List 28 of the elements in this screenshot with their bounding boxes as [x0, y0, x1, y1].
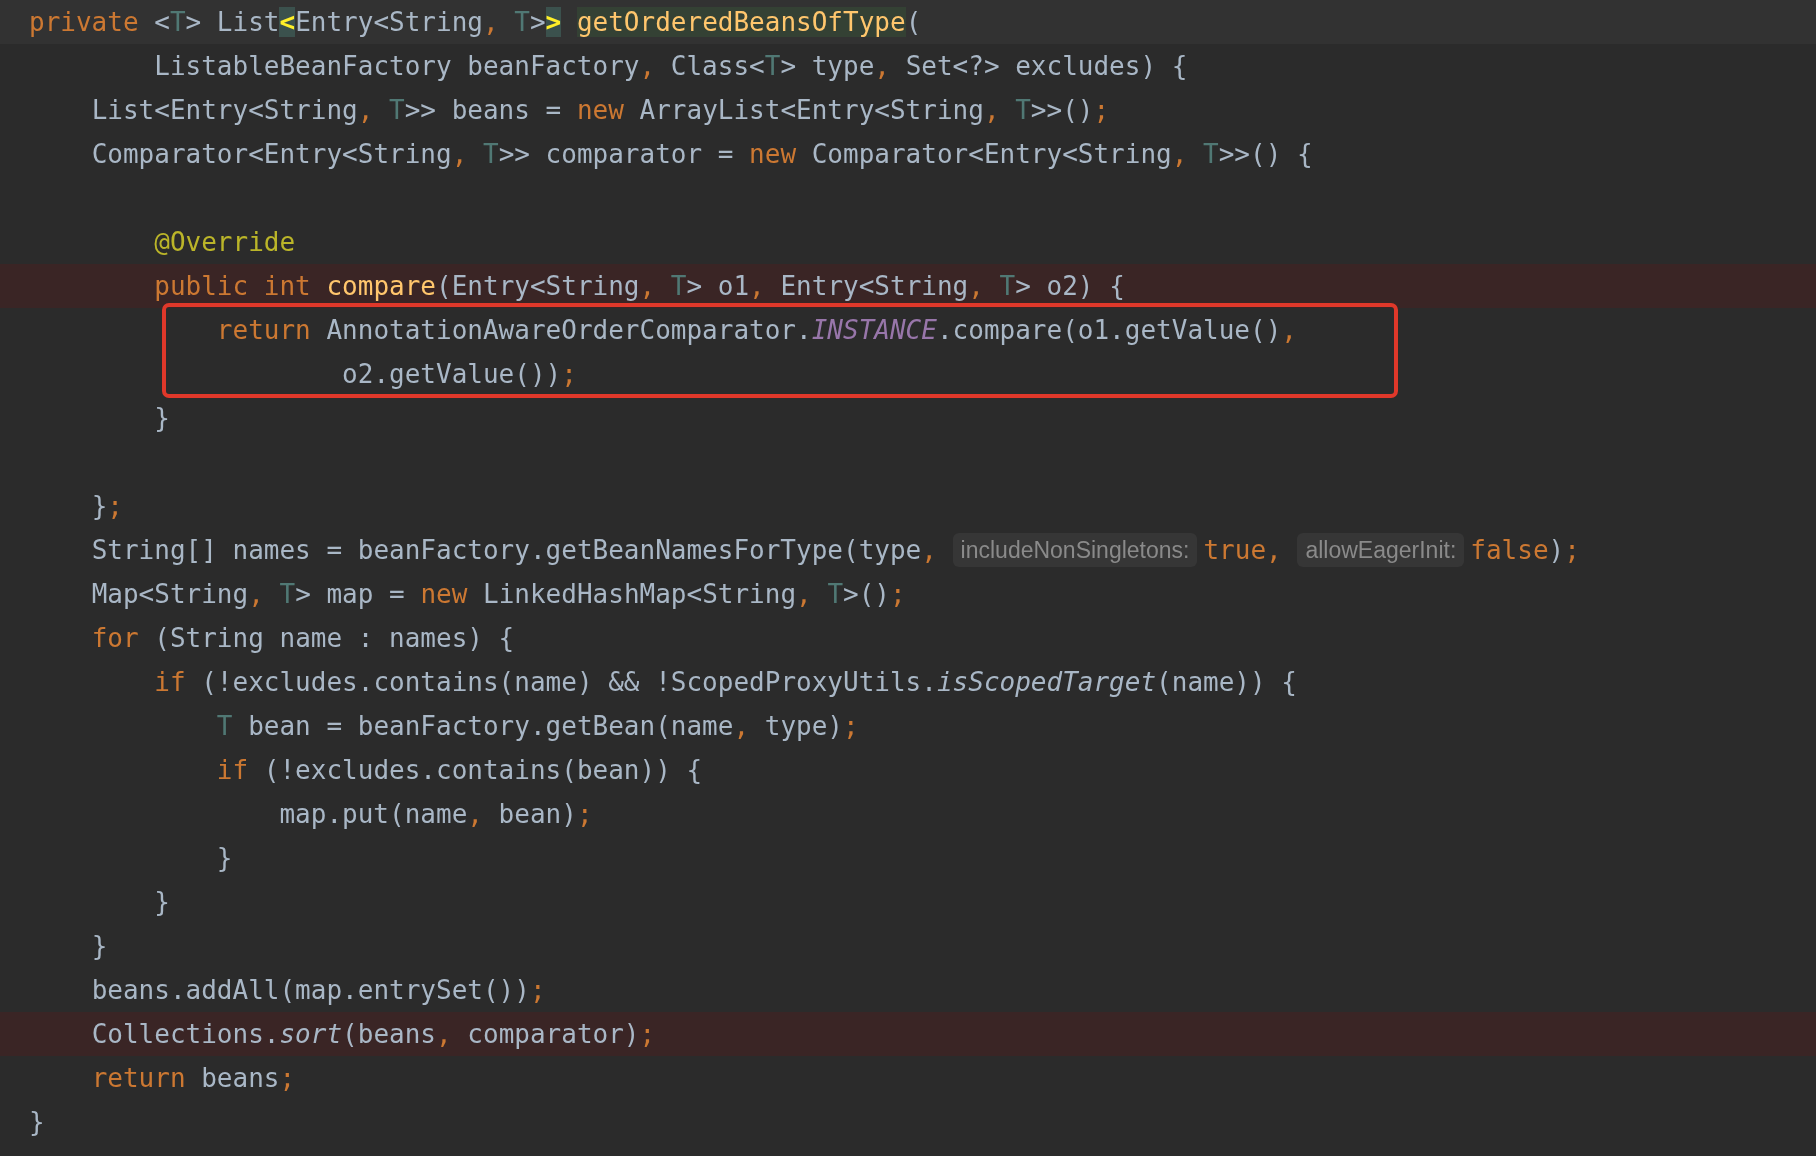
code-text: Comparator<Entry<String, T>> comparator = new Comparator<Entry<String, T>>() { [91, 137, 1313, 171]
code-text: } [91, 929, 108, 963]
code-text: beans.addAll(map.entrySet()); [91, 973, 546, 1007]
code-text: @Override [154, 225, 296, 259]
code-text: String[] names = beanFactory.getBeanNamesForType(type, [91, 533, 938, 567]
code-text: ListableBeanFactory beanFactory, Class<T> type, Set<?> excludes) { [154, 49, 1188, 83]
code-text: false); [1470, 533, 1580, 567]
code-text: List<Entry<String, T>> beans = new ArrayList<Entry<String, T>>(); [91, 93, 1110, 127]
inlay-hint: includeNonSingletons: [952, 533, 1198, 567]
code-text: public int compare(Entry<String, T> o1, Entry<String, T> o2) { [154, 269, 1125, 303]
code-text: Collections.sort(beans, comparator); [91, 1017, 656, 1051]
code-text: Map<String, T> map = new LinkedHashMap<String, T>(); [91, 577, 906, 611]
code-text: if (!excludes.contains(bean)) { [216, 753, 703, 787]
inlay-hint: allowEagerInit: [1297, 533, 1465, 567]
code-text: private <T> List<Entry<String, T>> getOrderedBeansOfType( [29, 5, 922, 39]
code-text: T bean = beanFactory.getBean(name, type); [216, 709, 859, 743]
code-text: map.put(name, bean); [279, 797, 593, 831]
code-text: } [216, 841, 233, 875]
code-text: return AnnotationAwareOrderComparator.INSTANCE.compare(o1.getValue(), [216, 313, 1297, 347]
code-text: } [154, 885, 170, 919]
code-text: } [154, 401, 170, 435]
code-text: true, [1203, 533, 1283, 567]
code-text: if (!excludes.contains(name) && !ScopedProxyUtils.isScopedTarget(name)) { [154, 665, 1297, 699]
code-text: } [29, 1105, 45, 1139]
code-text: return beans; [91, 1061, 296, 1095]
code-text: o2.getValue()); [342, 357, 577, 391]
code-text: }; [91, 489, 123, 523]
code-text: for (String name : names) { [91, 621, 515, 655]
